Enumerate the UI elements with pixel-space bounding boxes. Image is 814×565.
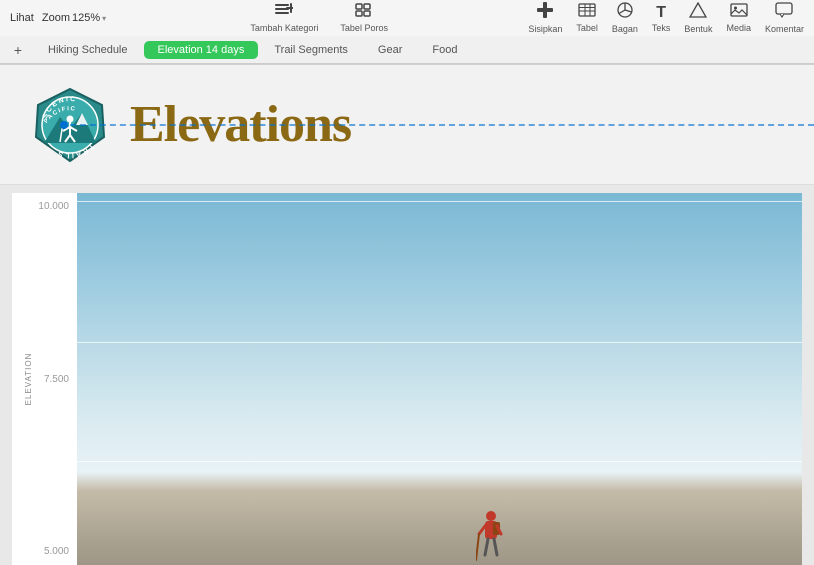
toolbar-right-group: Sisipkan Tabel Bagan T Teks [528,2,804,34]
chevron-down-icon: ▾ [102,14,106,23]
tabel-poros-icon [355,3,373,22]
media-icon [730,3,748,22]
grid-line-mid [77,342,802,343]
view-label[interactable]: Lihat [10,12,34,24]
sisipkan-label: Sisipkan [528,24,562,34]
tabel-poros-label: Tabel Poros [340,23,388,33]
bagan-button[interactable]: Bagan [612,2,638,34]
komentar-icon [775,2,793,23]
tab-elevation-14-days[interactable]: Elevation 14 days [144,41,259,59]
zoom-control[interactable]: Zoom 125% ▾ [42,12,106,24]
tabs-row: + Hiking Schedule Elevation 14 days Trai… [0,36,814,64]
zoom-text: Zoom [42,12,70,24]
toolbar-top-row: Lihat Zoom 125% ▾ Tambah Kategori Tabe [0,0,814,36]
bagan-label: Bagan [612,24,638,34]
tabel-label: Tabel [576,23,598,33]
y-axis: ELEVATION 10.000 7.500 5.000 [12,193,77,565]
chart-plot [77,193,802,565]
sheet-title: Elevations [130,95,351,154]
tabel-button[interactable]: Tabel [576,3,598,33]
grid-line-top [77,201,802,202]
tab-gear[interactable]: Gear [364,41,416,59]
teks-icon: T [656,4,666,22]
sisipkan-icon [537,2,553,23]
teks-button[interactable]: T Teks [652,4,671,33]
logo-badge: SCENIC PACIFIC TRAILS [30,85,110,165]
komentar-label: Komentar [765,24,804,34]
media-label: Media [726,23,751,33]
komentar-button[interactable]: Komentar [765,2,804,34]
bentuk-label: Bentuk [684,24,712,34]
teks-label: Teks [652,23,671,33]
toolbar-center-group: Tambah Kategori Tabel Poros [110,3,528,33]
sheet-header: SCENIC PACIFIC TRAILS Elevations [0,65,814,185]
y-axis-label: ELEVATION [24,353,33,406]
media-button[interactable]: Media [726,3,751,33]
bentuk-button[interactable]: Bentuk [684,2,712,34]
tambah-kategori-icon [275,3,293,22]
chart-section: ELEVATION 10.000 7.500 5.000 [12,193,802,565]
chart-background [77,193,802,565]
view-zoom: Lihat Zoom 125% ▾ [10,12,106,24]
grid-line-bottom [77,461,802,462]
tab-trail-segments[interactable]: Trail Segments [260,41,362,59]
zoom-value: 125% [72,12,100,24]
y-tick-10000: 10.000 [20,201,77,212]
tab-food[interactable]: Food [418,41,471,59]
sisipkan-button[interactable]: Sisipkan [528,2,562,34]
tab-hiking-schedule[interactable]: Hiking Schedule [34,41,142,59]
tambah-kategori-button[interactable]: Tambah Kategori [250,3,318,33]
hiker-figure [476,510,506,565]
toolbar-left-group: Lihat Zoom 125% ▾ [10,12,110,24]
add-tab-button[interactable]: + [8,40,28,60]
toolbar: Lihat Zoom 125% ▾ Tambah Kategori Tabe [0,0,814,65]
y-tick-5000: 5.000 [20,546,77,557]
tambah-kategori-label: Tambah Kategori [250,23,318,33]
bagan-icon [617,2,633,23]
tabel-icon [578,3,596,22]
bentuk-icon [689,2,707,23]
content-area: SCENIC PACIFIC TRAILS Elevations [0,65,814,565]
tabel-poros-button[interactable]: Tabel Poros [340,3,388,33]
